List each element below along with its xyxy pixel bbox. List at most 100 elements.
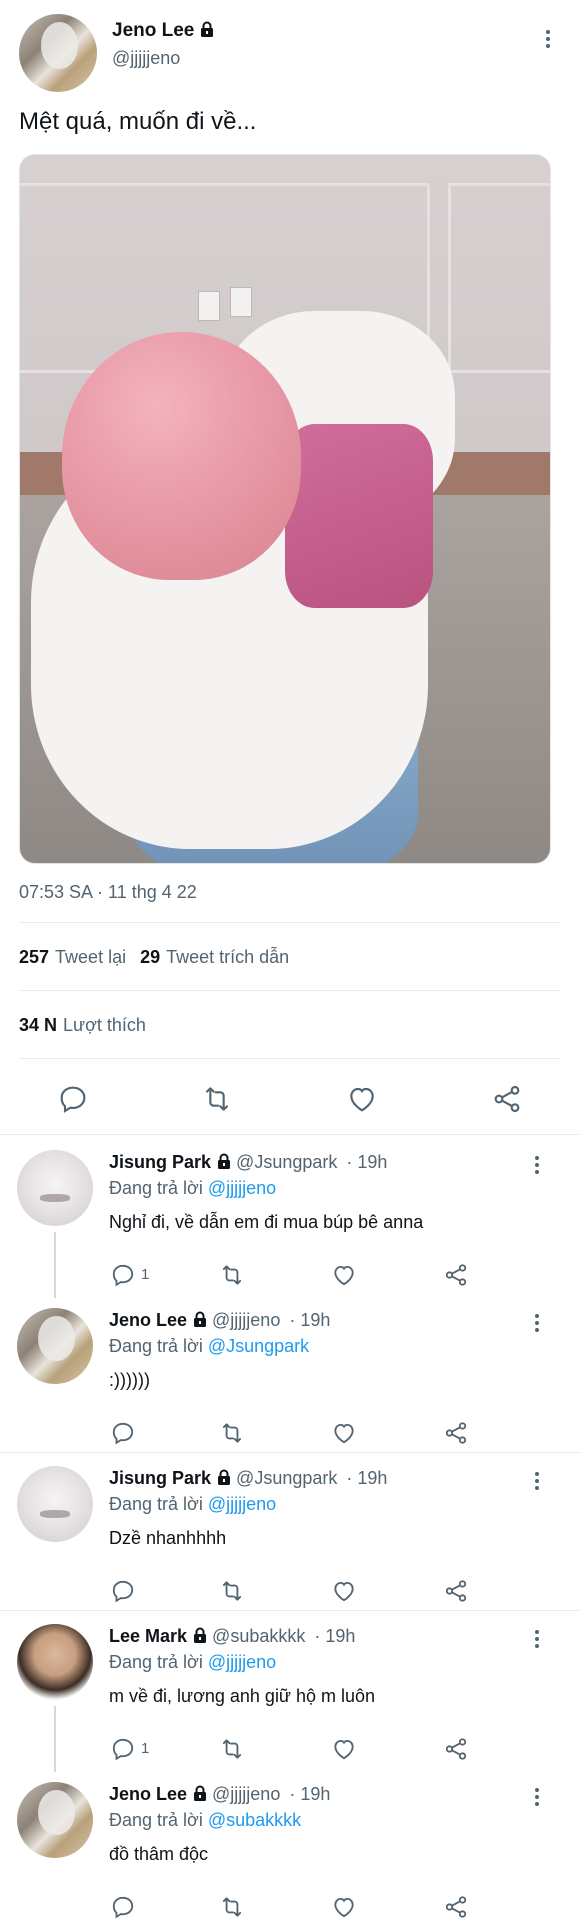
replying-mention[interactable]: @jjjjjeno [208, 1652, 276, 1672]
photo-wall-panel [448, 183, 550, 373]
tweet-action-bar [0, 1072, 580, 1122]
divider [0, 1610, 580, 1611]
reply-time[interactable]: · 19h [346, 1468, 387, 1488]
more-options-icon[interactable] [545, 30, 551, 52]
tweet-stats-likes[interactable]: 34 N Lượt thích [19, 1015, 146, 1036]
reply-author-name[interactable]: Jisung Park [109, 1152, 211, 1172]
tweet-photo[interactable] [19, 154, 551, 864]
reply-avatar[interactable] [17, 1782, 93, 1858]
reply-avatar[interactable] [17, 1308, 93, 1384]
replying-label: Đang trả lời [109, 1336, 203, 1356]
reply-icon[interactable] [110, 1894, 136, 1920]
like-icon[interactable] [331, 1578, 357, 1604]
reply-avatar[interactable] [17, 1150, 93, 1226]
author-handle[interactable]: @jjjjjeno [112, 48, 180, 69]
more-options-icon[interactable] [534, 1314, 540, 1336]
photo-outlet [230, 287, 252, 317]
share-icon[interactable] [491, 1083, 523, 1115]
like-icon[interactable] [331, 1262, 357, 1288]
replying-mention[interactable]: @jjjjjeno [208, 1178, 276, 1198]
reply-icon[interactable] [110, 1420, 136, 1446]
share-icon[interactable] [443, 1894, 469, 1920]
lock-icon [218, 1153, 231, 1169]
reply-author-name[interactable]: Jeno Lee [109, 1310, 187, 1330]
retweet-icon[interactable] [219, 1420, 245, 1446]
like-icon[interactable] [331, 1736, 357, 1762]
tweet-timestamp[interactable]: 07:53 SA · 11 thg 4 22 [19, 882, 197, 903]
reply-author-handle[interactable]: @Jsungpark [236, 1152, 337, 1172]
reply-header: Lee Mark @subakkkk · 19h [109, 1626, 355, 1647]
replying-to: Đang trả lời @jjjjjeno [109, 1178, 276, 1199]
replying-mention[interactable]: @jjjjjeno [208, 1494, 276, 1514]
reply-time[interactable]: · 19h [289, 1784, 330, 1804]
thread-line [54, 1706, 56, 1772]
more-options-icon[interactable] [534, 1788, 540, 1810]
reply-author-handle[interactable]: @Jsungpark [236, 1468, 337, 1488]
reply-author-name[interactable]: Jeno Lee [109, 1784, 187, 1804]
reply-item[interactable]: Jeno Lee @jjjjjeno · 19h Đang trả lời @Jsu… [0, 1298, 580, 1456]
reply-avatar[interactable] [17, 1466, 93, 1542]
reply-text: đồ thâm độc [109, 1844, 209, 1864]
more-options-icon[interactable] [534, 1156, 540, 1178]
author-name[interactable]: Jeno Lee [112, 20, 194, 41]
reply-author-name[interactable]: Jisung Park [109, 1468, 211, 1488]
retweet-icon[interactable] [219, 1736, 245, 1762]
replying-to: Đang trả lời @jjjjjeno [109, 1652, 276, 1673]
reply-author-handle[interactable]: @subakkkk [212, 1626, 305, 1646]
reply-item[interactable]: Jisung Park @Jsungpark · 19h Đang trả lời … [0, 1140, 580, 1298]
reply-item[interactable]: Jisung Park @Jsungpark · 19h Đang trả lời … [0, 1456, 580, 1614]
reply-item[interactable]: Jeno Lee @jjjjjeno · 19h Đang trả lời @sub… [0, 1772, 580, 1920]
replying-mention[interactable]: @Jsungpark [208, 1336, 309, 1356]
share-icon[interactable] [443, 1736, 469, 1762]
like-icon[interactable] [331, 1894, 357, 1920]
reply-icon[interactable] [110, 1736, 136, 1762]
retweet-icon[interactable] [219, 1894, 245, 1920]
retweet-icon[interactable] [219, 1262, 245, 1288]
replying-mention[interactable]: @subakkkk [208, 1810, 301, 1830]
reply-header: Jeno Lee @jjjjjeno · 19h [109, 1784, 330, 1805]
divider [19, 1058, 561, 1059]
photo-outlet [198, 291, 220, 321]
reply-icon[interactable] [110, 1578, 136, 1604]
like-icon[interactable] [331, 1420, 357, 1446]
reply-time[interactable]: · 19h [314, 1626, 355, 1646]
divider [19, 990, 561, 991]
reply-author-handle[interactable]: @jjjjjeno [212, 1784, 280, 1804]
reply-count: 1 [141, 1266, 150, 1283]
reply-time[interactable]: · 19h [289, 1310, 330, 1330]
retweet-stat[interactable]: 257 Tweet lại [19, 947, 126, 967]
reply-text: Nghỉ đi, về dẫn em đi mua búp bê anna [109, 1212, 424, 1232]
reply-header: Jisung Park @Jsungpark · 19h [109, 1152, 387, 1173]
more-options-icon[interactable] [534, 1472, 540, 1494]
replying-to: Đang trả lời @Jsungpark [109, 1336, 309, 1357]
quotes-count: 29 [140, 947, 161, 967]
author-avatar[interactable] [19, 14, 97, 92]
quote-stat[interactable]: 29 Tweet trích dẫn [140, 947, 289, 967]
likes-count: 34 N [19, 1015, 58, 1035]
reply-author-handle[interactable]: @jjjjjeno [212, 1310, 280, 1330]
replying-label: Đang trả lời [109, 1178, 203, 1198]
share-icon[interactable] [443, 1262, 469, 1288]
share-icon[interactable] [443, 1578, 469, 1604]
reply-avatar[interactable] [17, 1624, 93, 1700]
share-icon[interactable] [443, 1420, 469, 1446]
reply-author-name[interactable]: Lee Mark [109, 1626, 187, 1646]
lock-icon [194, 1785, 207, 1801]
lock-icon [194, 1627, 207, 1643]
reply-item[interactable]: Lee Mark @subakkkk · 19h Đang trả lời @jjj… [0, 1614, 580, 1772]
reply-text: Dzề nhanhhhh [109, 1528, 227, 1548]
reply-time[interactable]: · 19h [346, 1152, 387, 1172]
likes-label: Lượt thích [63, 1015, 146, 1035]
tweet-header: Jeno Lee @jjjjjeno [19, 14, 564, 92]
reply-icon[interactable] [57, 1083, 89, 1115]
like-icon[interactable] [346, 1083, 378, 1115]
tweet-stats-retweets: 257 Tweet lại 29 Tweet trích dẫn [19, 947, 289, 968]
reply-header: Jisung Park @Jsungpark · 19h [109, 1468, 387, 1489]
retweet-icon[interactable] [201, 1083, 233, 1115]
retweet-icon[interactable] [219, 1578, 245, 1604]
more-options-icon[interactable] [534, 1630, 540, 1652]
photo-pink-hair [62, 332, 301, 580]
reply-icon[interactable] [110, 1262, 136, 1288]
lock-icon [194, 1311, 207, 1327]
reply-text: :)))))) [109, 1370, 150, 1390]
